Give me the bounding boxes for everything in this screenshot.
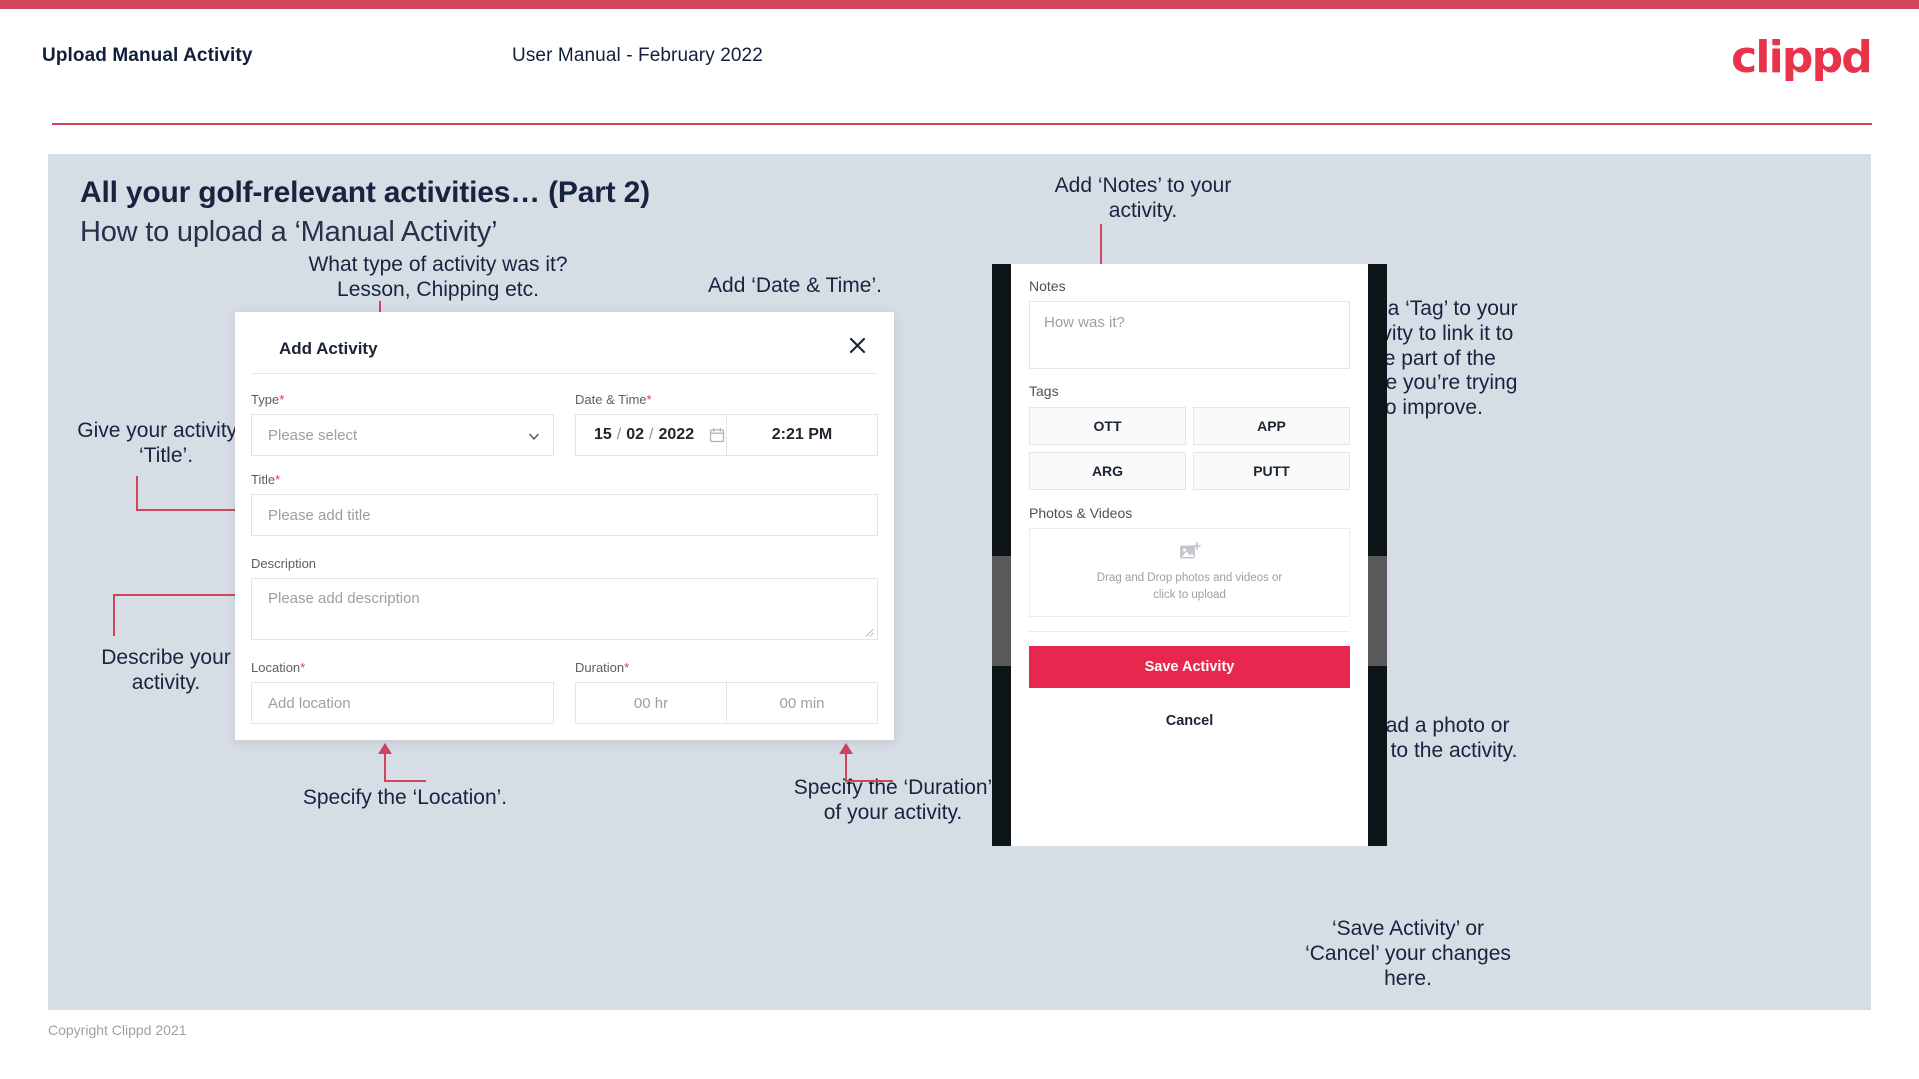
datetime-required-mark: * [646, 392, 652, 407]
footer-copyright: Copyright Clippd 2021 [48, 1022, 187, 1038]
date-year: 2022 [658, 426, 695, 443]
chevron-down-icon [528, 430, 539, 441]
callout-datetime: Add ‘Date & Time’. [708, 274, 882, 297]
title-label-text: Title [251, 472, 276, 487]
arrow-duration-seg1 [845, 754, 847, 782]
title-input[interactable]: Please add title [251, 494, 878, 536]
phone-bezel-right [1368, 264, 1387, 846]
type-select[interactable]: Please select [251, 414, 554, 456]
duration-hours-value: 00 hr [633, 694, 669, 712]
location-required-mark: * [300, 660, 306, 675]
tag-button-arg[interactable]: ARG [1029, 452, 1186, 490]
arrow-duration-head [839, 743, 853, 754]
type-placeholder: Please select [268, 426, 358, 444]
date-sep-1: / [616, 426, 622, 443]
location-input[interactable]: Add location [251, 682, 554, 724]
resize-grip-icon[interactable] [865, 628, 874, 637]
location-label-text: Location [251, 660, 301, 675]
description-label-text: Description [251, 556, 317, 571]
title-label: Title* [251, 472, 280, 487]
arrow-desc-seg1 [113, 594, 115, 636]
duration-hours-input[interactable]: 00 hr [575, 682, 727, 724]
callout-notes: Add ‘Notes’ to your activity. [1054, 174, 1232, 222]
location-placeholder: Add location [268, 694, 351, 712]
arrow-location-seg2 [384, 780, 426, 782]
phone-mockup: Notes How was it? Tags OTT APP ARG PUTT … [992, 264, 1387, 846]
slide-page: Upload Manual Activity User Manual - Feb… [0, 0, 1919, 1079]
tag-button-putt[interactable]: PUTT [1193, 452, 1350, 490]
arrow-location-seg1 [384, 754, 386, 782]
callout-location: Specify the ‘Location’. [302, 786, 508, 809]
duration-minutes-value: 00 min [779, 694, 825, 712]
title-placeholder: Please add title [268, 506, 371, 524]
tag-button-ott[interactable]: OTT [1029, 407, 1186, 445]
notes-placeholder: How was it? [1044, 314, 1125, 331]
time-value: 2:21 PM [771, 426, 833, 443]
header-center-title: User Manual - February 2022 [512, 45, 763, 66]
image-upload-icon [1179, 541, 1201, 562]
dialog-divider [251, 373, 878, 374]
screen-divider [1029, 631, 1350, 632]
date-sep-2: / [649, 426, 654, 443]
notes-input[interactable]: How was it? [1029, 301, 1350, 369]
arrow-duration-seg2 [845, 780, 893, 782]
arrow-title-seg2 [136, 509, 248, 511]
type-required-mark: * [279, 392, 285, 407]
description-textarea[interactable]: Please add description [251, 578, 878, 640]
clippd-logo: clippd [1731, 32, 1873, 83]
page-title: All your golf-relevant activities… (Part… [80, 176, 650, 209]
description-placeholder: Please add description [268, 590, 420, 607]
callout-save-cancel: ‘Save Activity’ or ‘Cancel’ your changes… [1305, 917, 1511, 990]
media-label: Photos & Videos [1029, 505, 1133, 521]
phone-bezel-left [992, 264, 1011, 846]
location-label: Location* [251, 660, 305, 675]
arrow-title-seg1 [136, 476, 138, 511]
phone-bezel-right-accent [1368, 556, 1387, 666]
type-label-text: Type [251, 392, 280, 407]
phone-bezel-left-accent [992, 556, 1011, 666]
time-field[interactable]: 2:21 PM [726, 414, 878, 456]
duration-label-text: Duration [575, 660, 625, 675]
date-field[interactable]: 15 / 02 / 2022 [575, 414, 727, 456]
arrow-location-head [378, 743, 392, 754]
slide-body: All your golf-relevant activities… (Part… [48, 154, 1871, 1010]
arrow-desc-seg2 [113, 594, 238, 596]
close-icon[interactable] [842, 330, 872, 360]
dropzone-text: Drag and Drop photos and videos or click… [1096, 571, 1283, 601]
tag-button-app[interactable]: APP [1193, 407, 1350, 445]
datetime-label: Date & Time* [575, 392, 652, 407]
title-required-mark: * [275, 472, 281, 487]
date-month: 02 [626, 426, 645, 443]
save-activity-button[interactable]: Save Activity [1029, 646, 1350, 688]
dialog-title: Add Activity [279, 339, 378, 358]
phone-screen: Notes How was it? Tags OTT APP ARG PUTT … [1011, 264, 1368, 846]
header-left-title: Upload Manual Activity [42, 45, 253, 66]
notes-label: Notes [1029, 278, 1066, 294]
duration-label: Duration* [575, 660, 629, 675]
description-label: Description [251, 556, 316, 571]
header-divider [52, 123, 1872, 125]
tags-grid: OTT APP ARG PUTT [1029, 407, 1350, 490]
top-accent-bar [0, 0, 1919, 9]
page-subtitle: How to upload a ‘Manual Activity’ [80, 216, 498, 248]
duration-required-mark: * [624, 660, 630, 675]
calendar-icon[interactable] [709, 427, 725, 443]
datetime-label-text: Date & Time [575, 392, 647, 407]
cancel-button[interactable]: Cancel [1029, 710, 1350, 732]
callout-type: What type of activity was it? Lesson, Ch… [308, 253, 568, 301]
add-activity-dialog: Add Activity Type* Please select Date & … [235, 312, 894, 740]
type-label: Type* [251, 392, 284, 407]
duration-minutes-input[interactable]: 00 min [726, 682, 878, 724]
date-day: 15 [594, 426, 612, 443]
tags-label: Tags [1029, 383, 1059, 399]
media-dropzone[interactable]: Drag and Drop photos and videos or click… [1029, 528, 1350, 617]
